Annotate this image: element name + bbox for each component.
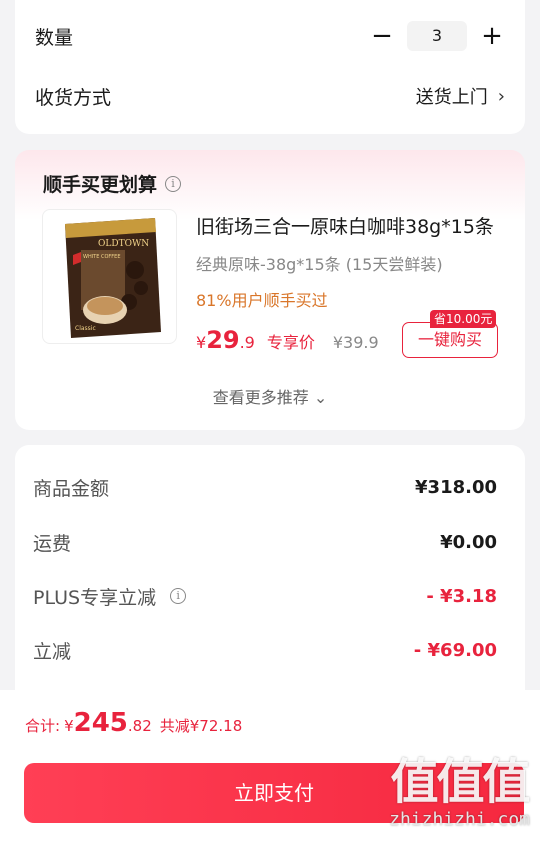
product-spec: 经典原味-38g*15条 (15天尝鲜装)	[196, 255, 443, 274]
price-integer: 29	[206, 326, 240, 354]
order-total: 合计: ¥ 245 .82 共减¥72.18	[25, 708, 242, 738]
chevron-right-icon: ›	[497, 85, 505, 107]
delivery-method-selector[interactable]: 送货上门 ›	[416, 83, 505, 109]
subtotal-label: 商品金额	[33, 477, 110, 500]
more-recommendations-link[interactable]: 查看更多推荐 ⌄	[15, 384, 525, 408]
product-image[interactable]: OLDTOWN WHITE COFFEE Classic	[42, 209, 177, 344]
recommendation-title: 顺手买更划算	[43, 174, 158, 196]
info-icon[interactable]: i	[170, 588, 187, 604]
total-decimal: .82	[127, 717, 152, 735]
section-title: 顺手买更划算 i	[43, 170, 182, 197]
product-name[interactable]: 旧街场三合一原味白咖啡38g*15条	[196, 212, 501, 239]
summary-row-plus-discount: PLUS专享立减 i - ¥3.18	[33, 581, 497, 611]
total-integer: 245	[73, 708, 128, 738]
subtotal-value: ¥318.00	[415, 476, 497, 498]
checkout-bar: 合计: ¥ 245 .82 共减¥72.18 立即支付 值值值 zhizhizh…	[0, 690, 540, 841]
discount-label: 立减	[33, 640, 72, 663]
quantity-label: 数量	[35, 26, 74, 49]
quantity-input[interactable]: 3	[407, 21, 467, 51]
summary-row-discount: 立减 - ¥69.00	[33, 635, 497, 665]
delivery-method-row[interactable]: 收货方式 送货上门 ›	[15, 76, 525, 116]
quantity-stepper: − 3 +	[369, 21, 505, 51]
plus-discount-value: - ¥3.18	[426, 585, 497, 607]
plus-discount-label-group: PLUS专享立减 i	[33, 583, 187, 610]
total-label: 合计:	[25, 717, 61, 735]
package-brand-text: OLDTOWN	[98, 239, 149, 249]
shipping-label: 运费	[33, 532, 72, 555]
quantity-row: 数量 − 3 +	[15, 16, 525, 56]
price-decimal: .9	[239, 333, 255, 352]
recommendation-card: 顺手买更划算 i OLDTOWN WHITE COFFEE Classic 旧街…	[15, 150, 525, 430]
total-saved: 共减¥72.18	[159, 717, 243, 735]
buy-rate-text: 81%用户顺手买过	[196, 291, 328, 310]
product-price: ¥ 29 .9 专享价 ¥39.9	[196, 326, 379, 354]
discount-value: - ¥69.00	[413, 639, 497, 661]
coffee-package-image: OLDTOWN WHITE COFFEE Classic	[65, 218, 161, 338]
plus-discount-label: PLUS专享立减	[33, 586, 157, 609]
exclusive-price-tag: 专享价	[266, 333, 315, 352]
info-icon[interactable]: i	[165, 175, 182, 192]
price-currency: ¥	[196, 333, 207, 352]
increase-button[interactable]: +	[479, 21, 505, 51]
pay-now-button[interactable]: 立即支付	[24, 763, 524, 823]
summary-row-subtotal: 商品金额 ¥318.00	[33, 472, 497, 502]
savings-badge: 省10.00元	[430, 310, 497, 328]
price-summary-card: 商品金额 ¥318.00 运费 ¥0.00 PLUS专享立减 i - ¥3.18…	[15, 445, 525, 725]
delivery-method-label: 收货方式	[35, 86, 112, 109]
summary-row-shipping: 运费 ¥0.00	[33, 527, 497, 557]
shipping-value: ¥0.00	[440, 531, 497, 553]
total-currency: ¥	[64, 717, 74, 735]
delivery-method-value: 送货上门	[415, 87, 488, 108]
package-sub-text: WHITE COFFEE	[83, 254, 120, 260]
original-price: ¥39.9	[332, 333, 379, 352]
package-flavor-text: Classic	[75, 325, 96, 332]
decrease-button[interactable]: −	[369, 21, 395, 51]
order-options-card: 数量 − 3 + 收货方式 送货上门 ›	[15, 0, 525, 134]
